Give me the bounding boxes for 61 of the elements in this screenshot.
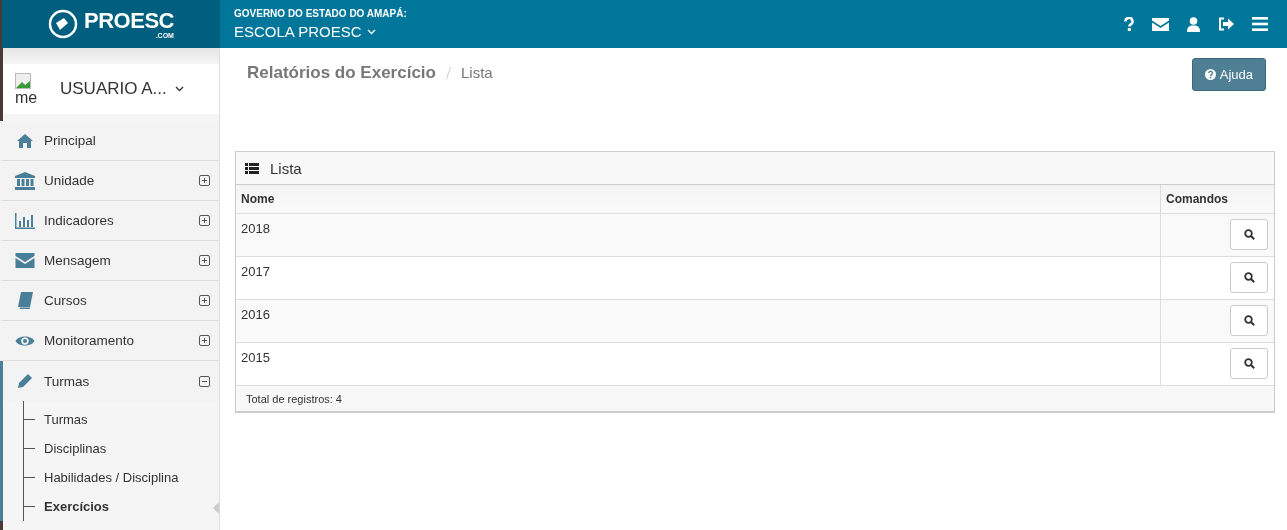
record-count: Total de registros: 4 [246, 392, 342, 405]
column-header: Comandos [1160, 185, 1274, 214]
search-icon [1243, 229, 1255, 240]
page-title: Relatórios do Exercício [247, 63, 436, 83]
user-icon[interactable] [1187, 16, 1200, 32]
sidebar-item[interactable]: Principal [0, 121, 219, 161]
menu-icon[interactable] [1252, 17, 1268, 31]
sidebar-item[interactable]: Monitoramento [0, 321, 219, 361]
search-icon [1243, 358, 1255, 369]
view-button[interactable] [1230, 305, 1268, 336]
question-circle-icon [1204, 69, 1216, 80]
submenu-item[interactable]: Disciplinas [23, 434, 219, 463]
home-icon [15, 133, 35, 148]
list-icon [245, 162, 259, 174]
image-alt-text: me [15, 89, 39, 106]
sidebar-item[interactable]: Cursos [0, 281, 219, 321]
search-icon [1243, 315, 1255, 326]
envelope-icon [15, 253, 35, 268]
submenu-item[interactable]: Turmas [23, 405, 219, 434]
table-cell: 2017 [236, 256, 1161, 300]
pointer-icon [213, 502, 219, 514]
bank-icon [15, 171, 35, 190]
chevron-down-icon [174, 86, 184, 92]
table-cell: 2015 [236, 342, 1161, 386]
view-button[interactable] [1230, 348, 1268, 379]
view-button[interactable] [1230, 262, 1268, 293]
book-icon [15, 292, 35, 309]
sidebar-item[interactable]: Unidade [0, 161, 219, 201]
expand-icon [199, 295, 210, 306]
envelope-icon[interactable] [1152, 17, 1169, 31]
sign-out-icon[interactable] [1218, 17, 1234, 31]
table-cell: 2016 [236, 299, 1161, 343]
help-icon[interactable] [1124, 17, 1134, 31]
expand-icon [199, 175, 210, 186]
chevron-down-icon [366, 28, 376, 35]
search-icon [1243, 272, 1255, 283]
logo-text: PROESC [84, 9, 174, 32]
panel-title: Lista [270, 159, 302, 177]
breadcrumb-item: Lista [460, 64, 493, 81]
view-button[interactable] [1230, 219, 1268, 250]
logo-mark-icon [48, 9, 79, 39]
eye-icon [15, 334, 35, 347]
submenu-item[interactable]: Exercícios [23, 492, 219, 521]
expand-icon [199, 255, 210, 266]
expand-icon [199, 335, 210, 346]
user-menu[interactable]: me USUARIO A... [3, 64, 219, 114]
broken-image-icon [15, 72, 31, 89]
organization-name: GOVERNO DO ESTADO DO AMAPÁ: [234, 8, 407, 19]
collapse-icon [199, 375, 210, 387]
bar-chart-icon [15, 212, 35, 229]
pencil-icon [15, 373, 35, 389]
table-cell: 2018 [236, 213, 1161, 257]
user-name: USUARIO A... [60, 79, 167, 99]
sidebar-item[interactable]: Mensagem [0, 241, 219, 281]
school-dropdown[interactable]: ESCOLA PROESC [234, 23, 407, 40]
expand-icon [199, 215, 210, 226]
column-header: Nome [236, 185, 1161, 214]
help-button[interactable]: Ajuda [1191, 58, 1266, 91]
sidebar-item[interactable]: Indicadores [0, 201, 219, 241]
submenu-item[interactable]: Habilidades / Disciplina [23, 463, 219, 492]
breadcrumb-separator-icon [445, 67, 451, 79]
